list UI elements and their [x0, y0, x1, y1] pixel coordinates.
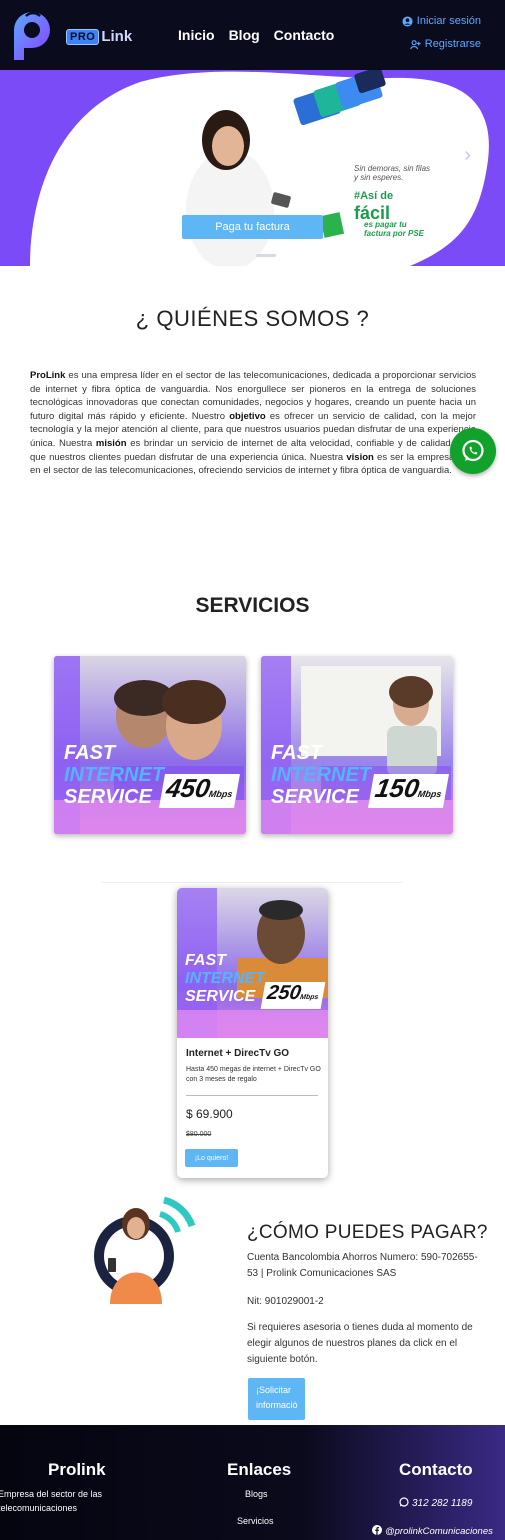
nav-inicio[interactable]: Inicio — [178, 27, 215, 43]
main-nav: Inicio Blog Contacto — [178, 27, 334, 43]
whatsapp-icon — [399, 1497, 409, 1507]
request-info-line2: informació — [256, 1400, 298, 1410]
fast-internet-label: FAST INTERNET SERVICE — [64, 742, 164, 808]
speed-unit: Mbps — [416, 789, 443, 799]
speed-badge: 450Mbps — [159, 773, 240, 808]
services-title: SERVICIOS — [195, 594, 310, 617]
footer-prolink-title: Prolink — [48, 1460, 106, 1479]
fast-internet-label: FAST INTERNET SERVICE — [185, 952, 265, 1006]
about-mision: misión — [95, 437, 127, 449]
register-link[interactable]: Registrarse — [402, 38, 481, 50]
facebook-icon — [372, 1525, 382, 1535]
fast-word: FAST — [271, 742, 323, 764]
hero-pse: es pagar tu factura por PSE — [364, 220, 425, 238]
speed-value: 250 — [265, 982, 303, 1004]
payment-nit: Nit: 901029001-2 — [247, 1296, 324, 1307]
fast-internet-label: FAST INTERNET SERVICE — [271, 742, 371, 808]
payment-illustration — [94, 1196, 196, 1304]
carousel-indicator[interactable] — [256, 254, 276, 257]
speed-value: 450 — [163, 773, 213, 803]
footer-desc-line2: telecomunicaciones — [0, 1503, 78, 1513]
site-header: PRO Link Inicio Blog Contacto Iniciar se… — [0, 0, 505, 70]
product-card[interactable]: FAST INTERNET SERVICE 250Mbps Internet +… — [177, 888, 328, 1178]
service-word: SERVICE — [271, 786, 359, 808]
product-title: Internet + DirecTv GO — [186, 1048, 290, 1059]
about-paragraph: ProLink es una empresa líder en el secto… — [30, 369, 476, 478]
footer-phone-number: 312 282 1189 — [412, 1498, 473, 1509]
product-description: Hasta 450 megas de internet + DirecTv GO… — [186, 1066, 321, 1083]
about-objetivo: objetivo — [229, 410, 266, 422]
internet-word: INTERNET — [271, 764, 371, 786]
hero-facil: #Así de fácil — [354, 188, 393, 222]
login-label: Iniciar sesión — [416, 15, 481, 27]
footer-link-servicios[interactable]: Servicios — [237, 1514, 274, 1528]
footer-desc-line1: Empresa del sector de las — [0, 1489, 103, 1499]
chevron-right-icon[interactable]: › — [464, 144, 471, 167]
footer-contact-title: Contacto — [399, 1460, 473, 1479]
user-circle-icon — [402, 15, 413, 27]
payment-help: Si requieres asesoria o tienes duda al m… — [247, 1322, 473, 1365]
payment-title: ¿CÓMO PUEDES PAGAR? — [247, 1222, 488, 1243]
footer-facebook[interactable]: @prolinkComunicaciones — [372, 1525, 493, 1539]
footer-phone[interactable]: 312 282 1189 — [399, 1497, 472, 1511]
service-card-150[interactable]: FAST INTERNET SERVICE 150Mbps — [261, 656, 453, 834]
site-footer: Prolink Empresa del sector de las teleco… — [0, 1425, 505, 1540]
product-divider — [186, 1095, 318, 1096]
fast-word: FAST — [185, 952, 226, 969]
nav-contacto[interactable]: Contacto — [274, 27, 335, 43]
service-word: SERVICE — [185, 988, 256, 1005]
service-card-450[interactable]: FAST INTERNET SERVICE 450Mbps — [54, 656, 246, 834]
footer-link-blogs[interactable]: Blogs — [245, 1487, 268, 1501]
pay-bill-button[interactable]: Paga tu factura — [182, 215, 323, 239]
about-title: ¿ QUIÉNES SOMOS ? — [135, 306, 370, 331]
footer-description: Empresa del sector de las telecomunicaci… — [0, 1487, 138, 1515]
internet-word: INTERNET — [185, 970, 265, 987]
login-link[interactable]: Iniciar sesión — [402, 15, 481, 27]
product-price: $ 69.900 — [186, 1107, 233, 1121]
hero-note: Sin demoras, sin filas y sin esperes. — [354, 164, 431, 182]
speed-unit: Mbps — [207, 789, 234, 799]
service-word: SERVICE — [64, 786, 152, 808]
register-label: Registrarse — [424, 38, 481, 50]
request-info-button[interactable]: ¡Solicitar informació — [248, 1378, 305, 1420]
product-old-price: $80.000 — [186, 1131, 212, 1138]
footer-facebook-handle: @prolinkComunicaciones — [385, 1526, 493, 1537]
footer-links-title: Enlaces — [227, 1460, 292, 1479]
user-plus-icon — [409, 39, 421, 49]
request-info-line1: ¡Solicitar — [256, 1385, 292, 1395]
speed-badge: 150Mbps — [368, 773, 449, 808]
brand-pro: PRO — [66, 28, 100, 45]
about-vision: vision — [346, 451, 374, 463]
about-brand: ProLink — [30, 370, 66, 381]
brand-link: Link — [101, 28, 133, 45]
payment-account: Cuenta Bancolombia Ahorros Numero: 590-7… — [247, 1252, 478, 1279]
auth-links: Iniciar sesión Registrarse — [402, 15, 481, 61]
hero-banner: › Sin demoras, sin filas y sin esperes. … — [0, 70, 505, 266]
brand-name[interactable]: PRO Link — [66, 28, 132, 45]
internet-word: INTERNET — [64, 764, 164, 786]
speed-value: 150 — [372, 773, 422, 803]
whatsapp-icon — [462, 439, 484, 462]
buy-button[interactable]: ¡Lo quiero! — [185, 1149, 238, 1167]
speed-unit: Mbps — [299, 994, 319, 1001]
speed-badge: 250Mbps — [260, 982, 326, 1009]
nav-blog[interactable]: Blog — [229, 27, 260, 43]
fast-word: FAST — [64, 742, 116, 764]
section-divider — [102, 882, 402, 883]
prolink-logo-icon[interactable] — [6, 8, 54, 62]
whatsapp-button[interactable] — [450, 428, 496, 474]
